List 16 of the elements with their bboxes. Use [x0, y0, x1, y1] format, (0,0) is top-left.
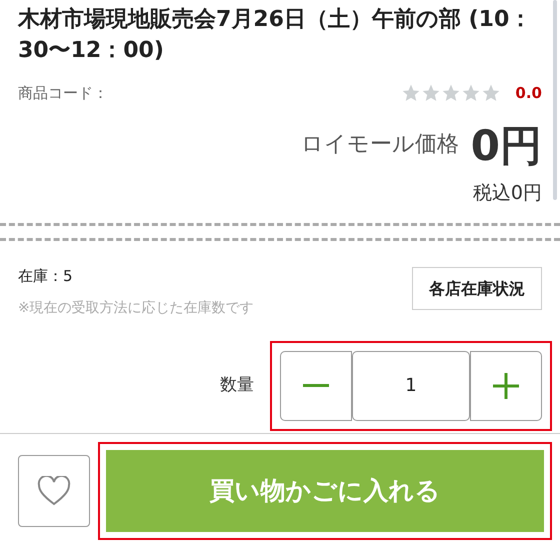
price: 0円	[470, 124, 542, 166]
product-title: 木材市場現地販売会7月26日（土）午前の部 (10：30〜12：00)	[18, 6, 532, 65]
favorite-button[interactable]	[18, 454, 90, 526]
quantity-label: 数量	[220, 374, 254, 397]
price-label: ロイモール価格	[300, 130, 459, 158]
stock-count: 在庫：5	[18, 266, 74, 287]
increase-button[interactable]	[470, 350, 542, 420]
quantity-field[interactable]: 1	[352, 350, 470, 420]
product-code-label: 商品コード：	[18, 83, 108, 104]
decrease-button[interactable]	[280, 350, 352, 420]
stock-note: ※現在の受取方法に応じた在庫数です	[18, 298, 254, 318]
tax-included-price: 税込0円	[472, 180, 542, 206]
plus-icon	[493, 372, 519, 398]
minus-icon	[303, 384, 329, 387]
rating-value: 0.0	[515, 83, 542, 104]
store-stock-button[interactable]: 各店在庫状況	[412, 267, 542, 310]
